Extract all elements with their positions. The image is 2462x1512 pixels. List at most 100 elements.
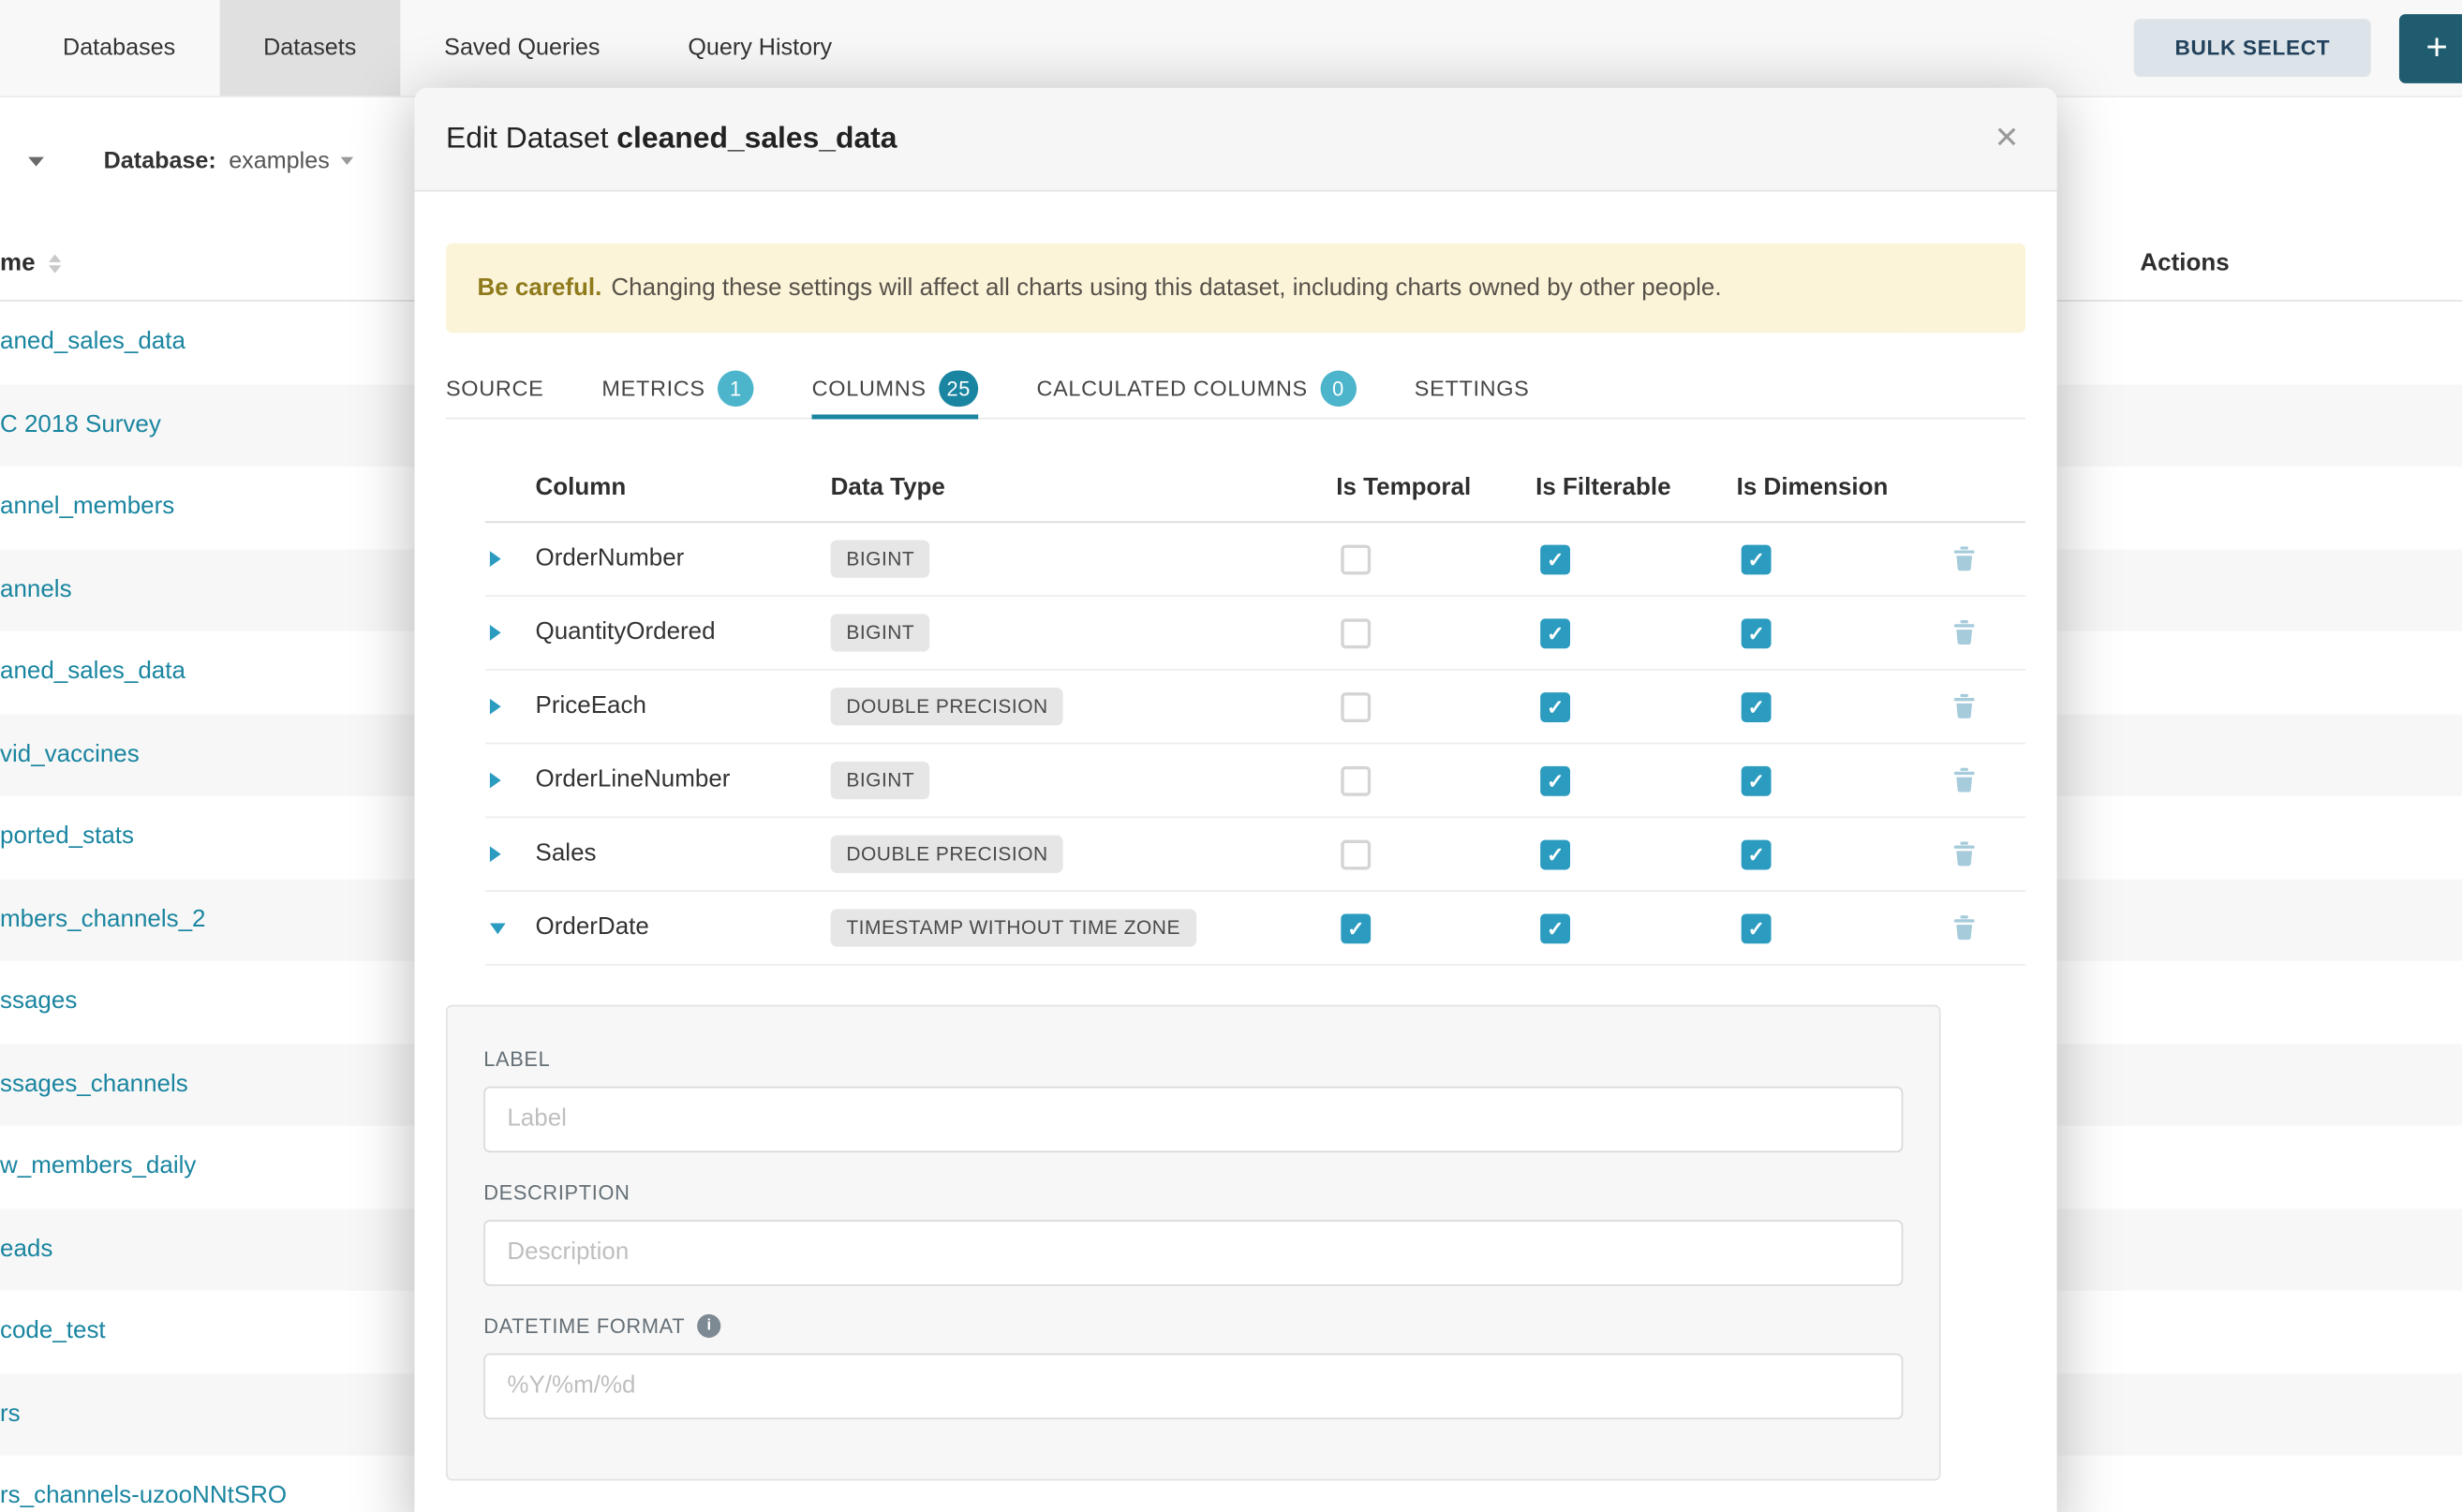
col-header-is-temporal: Is Temporal: [1336, 474, 1535, 502]
delete-icon[interactable]: [1953, 768, 2000, 793]
tab-label: CALCULATED COLUMNS: [1036, 376, 1307, 401]
tab-label: SOURCE: [446, 376, 543, 401]
table-row: OrderDate TIMESTAMP WITHOUT TIME ZONE ✓ …: [485, 892, 2025, 966]
delete-icon[interactable]: [1953, 620, 2000, 645]
nav-tabs: Databases Datasets Saved Queries Query H…: [19, 0, 876, 96]
dataset-link[interactable]: w_members_daily: [0, 1153, 196, 1181]
dataset-link[interactable]: mbers_channels_2: [0, 906, 206, 934]
table-row: QuantityOrdered BIGINT ✓ ✓: [485, 597, 2025, 671]
collapse-caret-icon[interactable]: [490, 923, 506, 934]
delete-icon[interactable]: [1953, 694, 2000, 719]
dataset-link[interactable]: vid_vaccines: [0, 741, 140, 769]
is-filterable-checkbox[interactable]: ✓: [1540, 544, 1570, 574]
add-dataset-button[interactable]: +: [2399, 13, 2462, 82]
tab-calculated-columns[interactable]: CALCULATED COLUMNS 0: [1036, 358, 1356, 418]
is-dimension-checkbox[interactable]: ✓: [1742, 691, 1772, 721]
dataset-link[interactable]: ssages_channels: [0, 1071, 188, 1099]
is-temporal-checkbox[interactable]: ✓: [1341, 913, 1371, 943]
modal-title-prefix: Edit Dataset: [446, 122, 608, 155]
modal-tabs: SOURCE METRICS 1 COLUMNS 25 CALCULATED C…: [446, 358, 2025, 419]
dataset-link[interactable]: ssages: [0, 988, 77, 1016]
table-row: OrderLineNumber BIGINT ✓ ✓: [485, 744, 2025, 818]
description-field-label-text: DESCRIPTION: [483, 1180, 630, 1204]
is-dimension-checkbox[interactable]: ✓: [1742, 544, 1772, 574]
expand-caret-icon[interactable]: [490, 551, 501, 567]
bulk-select-button[interactable]: BULK SELECT: [2134, 19, 2371, 77]
column-name: QuantityOrdered: [536, 618, 831, 646]
col-header-is-dimension: Is Dimension: [1737, 474, 1953, 502]
warning-bold-text: Be careful.: [478, 274, 602, 302]
modal-title-dataset-name: cleaned_sales_data: [616, 122, 897, 155]
expand-caret-icon[interactable]: [490, 625, 501, 641]
topbar-actions: BULK SELECT +: [2134, 13, 2462, 82]
is-filterable-checkbox[interactable]: ✓: [1540, 839, 1570, 869]
is-temporal-checkbox[interactable]: [1341, 618, 1371, 648]
is-dimension-checkbox[interactable]: ✓: [1742, 913, 1772, 943]
tab-label: COLUMNS: [812, 376, 927, 401]
table-row: Sales DOUBLE PRECISION ✓ ✓: [485, 818, 2025, 892]
dataset-link[interactable]: C 2018 Survey: [0, 411, 161, 439]
warning-text: Changing these settings will affect all …: [611, 274, 1721, 302]
nav-saved-queries[interactable]: Saved Queries: [400, 0, 644, 96]
nav-query-history[interactable]: Query History: [644, 0, 876, 96]
column-name: OrderNumber: [536, 545, 831, 573]
database-filter-value[interactable]: examples: [229, 148, 330, 174]
description-input[interactable]: [483, 1220, 1903, 1285]
is-dimension-checkbox[interactable]: ✓: [1742, 765, 1772, 795]
info-icon[interactable]: i: [698, 1314, 721, 1338]
dataset-link[interactable]: rs: [0, 1401, 21, 1429]
dataset-link[interactable]: code_test: [0, 1318, 106, 1346]
dataset-link[interactable]: eads: [0, 1236, 52, 1264]
tab-label: METRICS: [601, 376, 704, 401]
modal-title: Edit Dataset cleaned_sales_data: [446, 122, 897, 156]
data-type-pill: BIGINT: [831, 614, 930, 651]
dataset-link[interactable]: aned_sales_data: [0, 329, 185, 357]
label-field-label-text: LABEL: [483, 1047, 550, 1071]
chevron-down-icon: [341, 157, 353, 165]
tab-settings[interactable]: SETTINGS: [1415, 358, 1530, 418]
datetime-format-input[interactable]: [483, 1354, 1903, 1419]
expand-caret-icon[interactable]: [490, 846, 501, 862]
is-dimension-checkbox[interactable]: ✓: [1742, 839, 1772, 869]
is-filterable-checkbox[interactable]: ✓: [1540, 765, 1570, 795]
tab-metrics[interactable]: METRICS 1: [601, 358, 753, 418]
column-header-name[interactable]: me: [0, 249, 36, 277]
column-name: OrderLineNumber: [536, 766, 831, 794]
expand-caret-icon[interactable]: [490, 699, 501, 715]
expand-caret-icon[interactable]: [490, 773, 501, 789]
dataset-link[interactable]: annel_members: [0, 494, 174, 522]
delete-icon[interactable]: [1953, 546, 2000, 571]
col-header-data-type: Data Type: [831, 474, 1337, 502]
columns-table-header: Column Data Type Is Temporal Is Filterab…: [485, 455, 2025, 523]
tab-label: SETTINGS: [1415, 376, 1530, 401]
data-type-pill: DOUBLE PRECISION: [831, 688, 1064, 725]
is-filterable-checkbox[interactable]: ✓: [1540, 913, 1570, 943]
tab-source[interactable]: SOURCE: [446, 358, 543, 418]
sort-icon[interactable]: [50, 255, 62, 274]
nav-databases[interactable]: Databases: [19, 0, 219, 96]
delete-icon[interactable]: [1953, 915, 2000, 941]
is-temporal-checkbox[interactable]: [1341, 839, 1371, 869]
close-icon[interactable]: ✕: [1995, 124, 2020, 154]
column-name: PriceEach: [536, 692, 831, 720]
is-filterable-checkbox[interactable]: ✓: [1540, 618, 1570, 648]
is-temporal-checkbox[interactable]: [1341, 691, 1371, 721]
is-temporal-checkbox[interactable]: [1341, 765, 1371, 795]
dataset-link[interactable]: ported_stats: [0, 823, 134, 852]
delete-icon[interactable]: [1953, 841, 2000, 867]
label-input[interactable]: [483, 1087, 1903, 1152]
dataset-link[interactable]: aned_sales_data: [0, 659, 185, 687]
datetime-format-field-label: DATETIME FORMAT i: [483, 1314, 1903, 1338]
is-temporal-checkbox[interactable]: [1341, 544, 1371, 574]
data-type-pill: DOUBLE PRECISION: [831, 836, 1064, 873]
data-type-pill: BIGINT: [831, 541, 930, 578]
is-dimension-checkbox[interactable]: ✓: [1742, 618, 1772, 648]
app: Databases Datasets Saved Queries Query H…: [0, 0, 2462, 1512]
chevron-down-icon[interactable]: [28, 156, 44, 166]
dataset-link[interactable]: annels: [0, 576, 72, 604]
column-header-actions: Actions: [2140, 249, 2229, 277]
is-filterable-checkbox[interactable]: ✓: [1540, 691, 1570, 721]
tab-columns[interactable]: COLUMNS 25: [812, 358, 979, 418]
nav-datasets[interactable]: Datasets: [219, 0, 400, 96]
dataset-link[interactable]: rs_channels-uzooNNtSRO: [0, 1483, 287, 1511]
